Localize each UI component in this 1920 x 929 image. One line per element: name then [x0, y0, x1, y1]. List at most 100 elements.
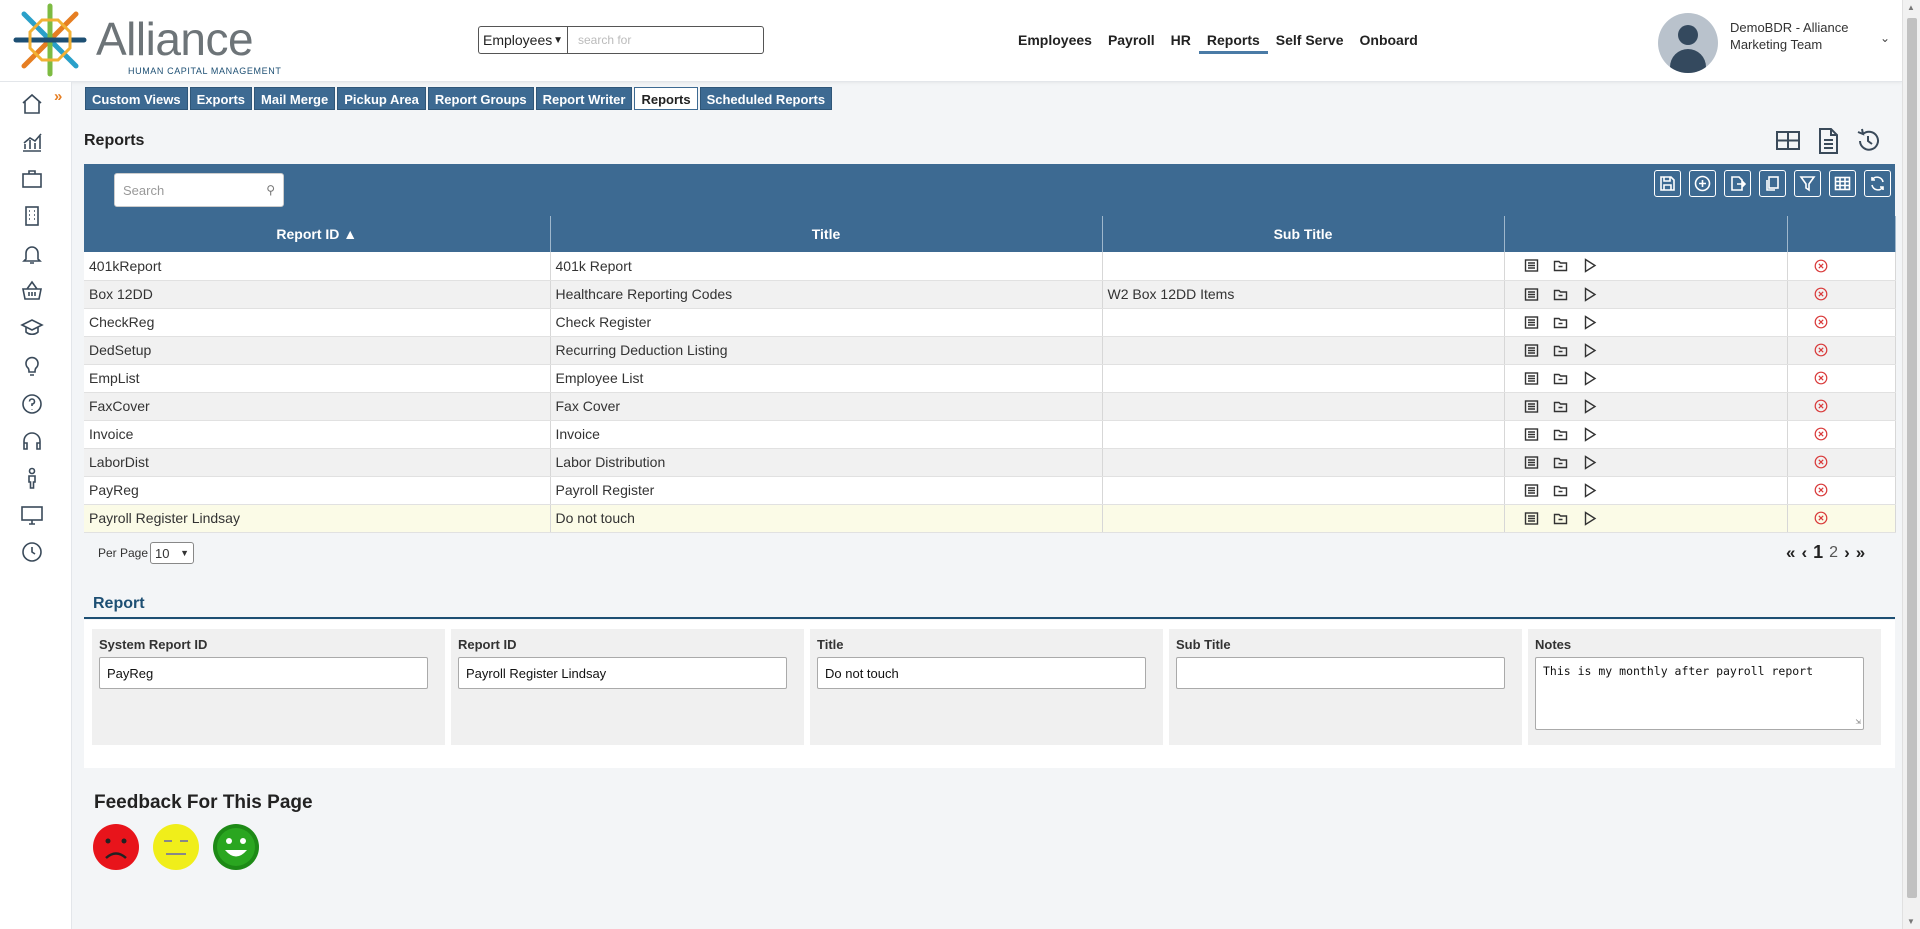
tab-report-writer[interactable]: Report Writer [535, 87, 633, 110]
run-report-icon[interactable] [1582, 398, 1597, 414]
nav-reports[interactable]: Reports [1198, 30, 1268, 54]
resize-grip-icon[interactable]: ⇲ [1856, 717, 1861, 727]
monitor-icon[interactable] [20, 503, 44, 527]
analytics-icon[interactable] [20, 130, 44, 154]
global-search-input[interactable]: search for [567, 26, 764, 54]
add-button[interactable] [1689, 170, 1716, 197]
person-icon[interactable] [20, 466, 44, 490]
expand-sidebar-icon[interactable]: » [54, 88, 62, 105]
neutral-face-icon[interactable] [152, 823, 200, 871]
save-button[interactable] [1654, 170, 1681, 197]
report-id-field[interactable]: Payroll Register Lindsay [458, 657, 787, 689]
system-report-id-field[interactable]: PayReg [99, 657, 428, 689]
tab-report-groups[interactable]: Report Groups [427, 87, 534, 110]
prev-page-icon[interactable]: ‹ [1801, 543, 1807, 563]
sad-face-icon[interactable] [92, 823, 140, 871]
happy-face-icon[interactable] [212, 823, 260, 871]
column-header-report-id[interactable]: Report ID ▲ [84, 216, 551, 252]
folder-icon[interactable] [1553, 343, 1568, 358]
scroll-up-icon[interactable]: ▲ [1907, 3, 1915, 12]
grid-search-input[interactable]: Search ⚲ [114, 173, 284, 207]
title-field[interactable]: Do not touch [817, 657, 1146, 689]
columns-button[interactable] [1829, 170, 1856, 197]
run-report-icon[interactable] [1582, 510, 1597, 526]
delete-icon[interactable] [1814, 427, 1828, 441]
nav-employees[interactable]: Employees [1010, 30, 1100, 54]
sub-title-field[interactable] [1176, 657, 1505, 689]
page-current[interactable]: 1 [1813, 542, 1823, 563]
table-row[interactable]: Invoice Invoice [84, 420, 1896, 449]
table-row[interactable]: Payroll Register Lindsay Do not touch [84, 504, 1896, 533]
nav-onboard[interactable]: Onboard [1352, 30, 1426, 54]
briefcase-icon[interactable] [20, 167, 44, 191]
details-icon[interactable] [1524, 455, 1539, 470]
delete-icon[interactable] [1814, 455, 1828, 469]
bell-icon[interactable] [20, 242, 44, 266]
run-report-icon[interactable] [1582, 482, 1597, 498]
history-icon[interactable] [1854, 126, 1882, 156]
tab-exports[interactable]: Exports [189, 87, 253, 110]
tab-custom-views[interactable]: Custom Views [85, 87, 188, 110]
tab-mail-merge[interactable]: Mail Merge [254, 87, 336, 110]
column-header-sub-title[interactable]: Sub Title [1102, 216, 1505, 252]
folder-icon[interactable] [1553, 427, 1568, 442]
details-icon[interactable] [1524, 427, 1539, 442]
clock-icon[interactable] [20, 540, 44, 564]
tab-reports[interactable]: Reports [634, 87, 698, 110]
folder-icon[interactable] [1553, 455, 1568, 470]
delete-icon[interactable] [1814, 399, 1828, 413]
folder-icon[interactable] [1553, 315, 1568, 330]
page-scrollbar[interactable]: ▲ ▼ [1902, 0, 1920, 929]
nav-self-serve[interactable]: Self Serve [1268, 30, 1352, 54]
delete-icon[interactable] [1814, 343, 1828, 357]
run-report-icon[interactable] [1582, 314, 1597, 330]
delete-icon[interactable] [1814, 259, 1828, 273]
table-row[interactable]: LaborDist Labor Distribution [84, 448, 1896, 477]
folder-icon[interactable] [1553, 258, 1568, 273]
notes-textarea[interactable]: This is my monthly after payroll report … [1535, 657, 1864, 730]
copy-button[interactable] [1759, 170, 1786, 197]
next-page-icon[interactable]: › [1844, 543, 1850, 563]
run-report-icon[interactable] [1582, 286, 1597, 302]
details-icon[interactable] [1524, 511, 1539, 526]
table-row[interactable]: Box 12DD Healthcare Reporting Codes W2 Box… [84, 280, 1896, 309]
building-icon[interactable] [20, 204, 44, 228]
per-page-select[interactable]: 10 ▼ [150, 542, 195, 564]
first-page-icon[interactable]: « [1786, 543, 1795, 563]
search-scope-select[interactable]: Employees ▼ [478, 26, 567, 54]
delete-icon[interactable] [1814, 315, 1828, 329]
delete-icon[interactable] [1814, 287, 1828, 301]
delete-icon[interactable] [1814, 511, 1828, 525]
user-menu[interactable]: DemoBDR - Alliance Marketing Team ⌄ [1658, 13, 1898, 73]
lightbulb-icon[interactable] [20, 354, 44, 378]
export-button[interactable] [1724, 170, 1751, 197]
folder-icon[interactable] [1553, 483, 1568, 498]
tab-pickup-area[interactable]: Pickup Area [337, 87, 426, 110]
scroll-down-icon[interactable]: ▼ [1907, 917, 1915, 926]
chevron-down-icon[interactable]: ⌄ [1880, 31, 1890, 45]
run-report-icon[interactable] [1582, 426, 1597, 442]
tab-scheduled-reports[interactable]: Scheduled Reports [699, 87, 833, 110]
grid-view-icon[interactable] [1774, 126, 1802, 156]
run-report-icon[interactable] [1582, 454, 1597, 470]
document-view-icon[interactable] [1814, 126, 1842, 156]
delete-icon[interactable] [1814, 371, 1828, 385]
nav-payroll[interactable]: Payroll [1100, 30, 1163, 54]
page-next-number[interactable]: 2 [1829, 544, 1838, 562]
help-icon[interactable] [20, 392, 44, 416]
table-row[interactable]: FaxCover Fax Cover [84, 392, 1896, 421]
basket-icon[interactable] [20, 279, 44, 303]
details-icon[interactable] [1524, 287, 1539, 302]
folder-icon[interactable] [1553, 371, 1568, 386]
table-row[interactable]: 401kReport 401k Report [84, 252, 1896, 281]
graduation-cap-icon[interactable] [20, 316, 44, 340]
run-report-icon[interactable] [1582, 342, 1597, 358]
table-row[interactable]: DedSetup Recurring Deduction Listing [84, 336, 1896, 365]
details-icon[interactable] [1524, 343, 1539, 358]
home-icon[interactable] [20, 92, 44, 116]
scroll-thumb[interactable] [1907, 18, 1917, 898]
alliance-logo[interactable]: Alliance HUMAN CAPITAL MANAGEMENT [10, 2, 281, 78]
headset-icon[interactable] [20, 429, 44, 453]
folder-icon[interactable] [1553, 287, 1568, 302]
refresh-button[interactable] [1864, 170, 1891, 197]
